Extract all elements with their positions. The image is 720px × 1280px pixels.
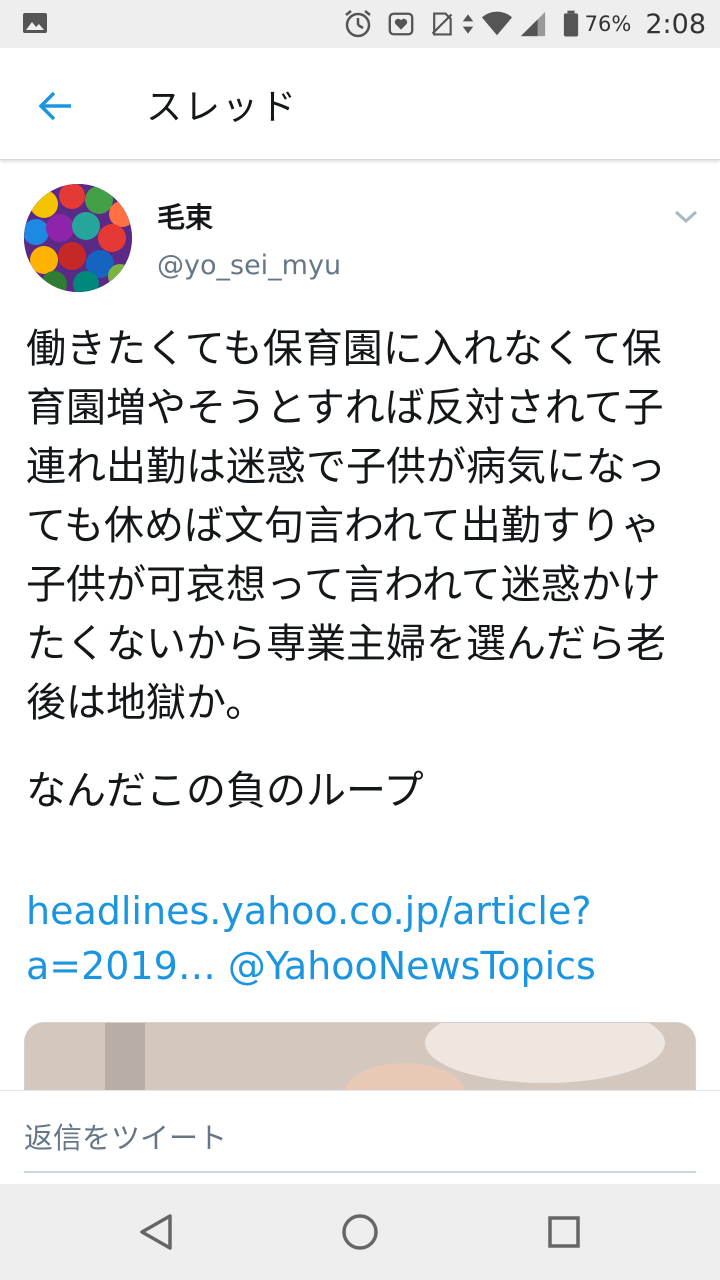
- no-sim-icon: [431, 12, 452, 36]
- chevron-down-icon[interactable]: [668, 202, 704, 230]
- tweet-link-line1[interactable]: headlines.yahoo.co.jp/article?: [26, 884, 706, 939]
- reply-bar: 返信をツイート: [0, 1090, 720, 1184]
- tweet-link[interactable]: headlines.yahoo.co.jp/article? a=2019… @…: [26, 884, 706, 994]
- back-triangle-icon[interactable]: [132, 1208, 180, 1256]
- status-time: 2:08: [645, 8, 706, 40]
- author-handle[interactable]: @yo_sei_myu: [157, 250, 341, 281]
- status-bar: 76% 2:08: [0, 0, 720, 48]
- system-nav-bar: [0, 1184, 720, 1280]
- page-title: スレッド: [146, 87, 299, 128]
- back-button[interactable]: [28, 78, 84, 134]
- battery-percent: 76%: [584, 12, 632, 36]
- tweet-link-line2[interactable]: a=2019… @YahooNewsTopics: [26, 939, 706, 994]
- wifi-icon: [481, 11, 512, 36]
- recents-square-icon[interactable]: [540, 1208, 588, 1256]
- app-bar: スレッド: [0, 48, 720, 160]
- avatar[interactable]: [24, 184, 132, 292]
- data-arrows-icon: [462, 14, 473, 34]
- reply-input[interactable]: 返信をツイート: [24, 1111, 696, 1173]
- home-circle-icon[interactable]: [336, 1208, 384, 1256]
- status-icons: 76% 2:08: [329, 0, 706, 48]
- back-arrow-icon: [38, 91, 71, 121]
- avatar-image: [24, 184, 132, 292]
- gallery-icon: [23, 13, 47, 33]
- signal-icon: [520, 11, 545, 37]
- author-name[interactable]: 毛束: [157, 196, 213, 236]
- tweet-text-2: なんだこの負のループ: [26, 768, 424, 814]
- tweet-text: 働きたくても保育園に入れなくて保育園増やそうとすれば反対されて子連れ出勤は迷惑で…: [26, 326, 666, 726]
- battery-icon: [563, 10, 578, 37]
- heart-badge-icon: [388, 12, 414, 36]
- alarm-icon: [344, 10, 371, 38]
